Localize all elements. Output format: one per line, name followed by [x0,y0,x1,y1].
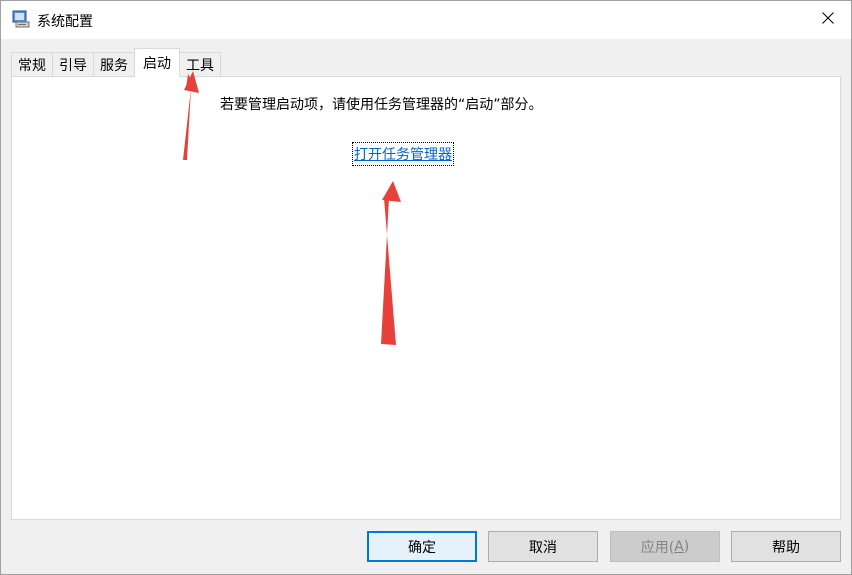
tab-boot[interactable]: 引导 [52,52,94,77]
title-bar: 系统配置 [1,1,851,39]
apply-label-suffix: ) [683,538,690,555]
close-button[interactable] [805,1,851,39]
close-icon [822,12,834,28]
msconfig-computer-icon [12,10,30,28]
tab-tools[interactable]: 工具 [179,52,221,77]
system-config-window: 系统配置 常规 引导 服务 启动 工具 若要管理启动项，请使用任务管理器的“启动… [0,0,852,575]
open-task-manager-link[interactable]: 打开任务管理器 [352,142,454,166]
apply-button: 应用(A) [610,531,720,562]
ok-button[interactable]: 确定 [367,531,477,562]
apply-label-prefix: 应用( [640,539,675,556]
startup-info-text: 若要管理启动项，请使用任务管理器的“启动”部分。 [220,97,543,113]
window-title: 系统配置 [37,14,93,30]
tab-general[interactable]: 常规 [11,52,53,77]
tab-services[interactable]: 服务 [93,52,135,77]
startup-tab-panel: 若要管理启动项，请使用任务管理器的“启动”部分。 打开任务管理器 [11,76,841,520]
help-button[interactable]: 帮助 [731,531,841,562]
tab-strip: 常规 引导 服务 启动 工具 [11,48,221,77]
tab-startup[interactable]: 启动 [134,48,180,77]
apply-mnemonic: A [674,538,684,555]
cancel-button[interactable]: 取消 [488,531,598,562]
